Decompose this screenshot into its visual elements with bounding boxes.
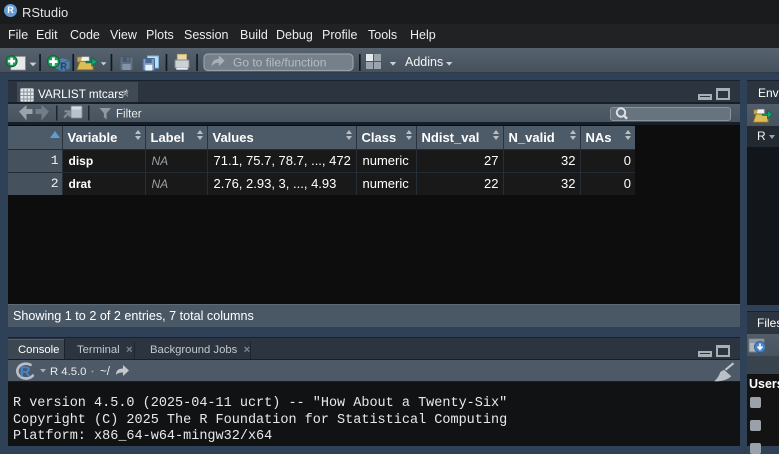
svg-text:Go to file/function: Go to file/function: [233, 55, 326, 69]
svg-text:R: R: [60, 62, 67, 73]
svg-text:Addins: Addins: [405, 55, 443, 69]
svg-text:~/: ~/: [100, 366, 111, 378]
svg-text:Filter: Filter: [116, 109, 142, 121]
svg-text:R: R: [20, 364, 31, 381]
svg-text:R 4.5.0: R 4.5.0: [50, 366, 86, 378]
